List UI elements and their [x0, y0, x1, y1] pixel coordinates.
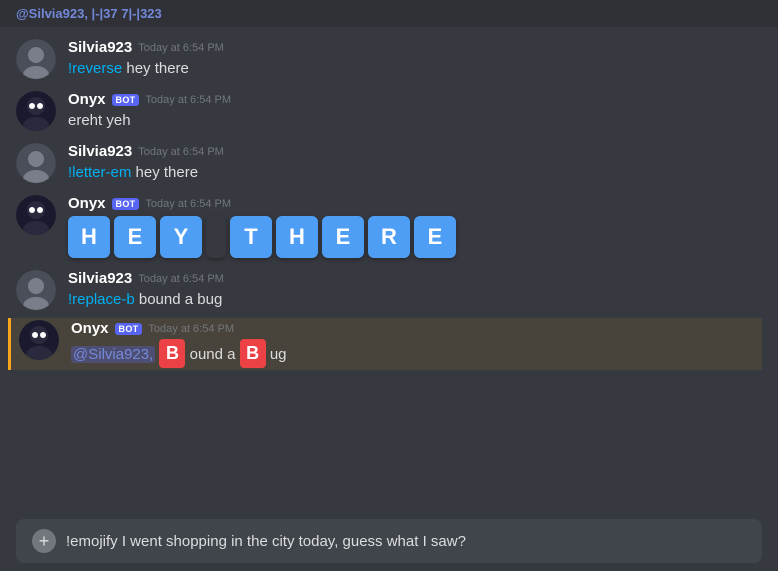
timestamp: Today at 6:54 PM [138, 146, 224, 158]
message-header: Silvia923 Today at 6:54 PM [68, 270, 762, 287]
mention-text: @Silvia923, |-|37 7|-|323 [16, 6, 162, 21]
message-text: !replace-b bound a bug [68, 289, 762, 310]
message-text: !reverse hey there [68, 58, 762, 79]
letter-tile: Y [160, 216, 202, 258]
letter-tile: E [414, 216, 456, 258]
username: Onyx [68, 91, 106, 108]
avatar [16, 195, 56, 235]
message-text: !letter-em hey there [68, 162, 762, 183]
add-button[interactable]: + [32, 529, 56, 553]
timestamp: Today at 6:54 PM [145, 94, 231, 106]
message-group: Silvia923 Today at 6:54 PM !reverse hey … [16, 35, 762, 83]
message-header: Silvia923 Today at 6:54 PM [68, 39, 762, 56]
bot-badge: BOT [115, 323, 143, 335]
message-content: Silvia923 Today at 6:54 PM !reverse hey … [68, 39, 762, 79]
chat-area: Silvia923 Today at 6:54 PM !reverse hey … [0, 27, 778, 511]
mention-bar: @Silvia923, |-|37 7|-|323 [0, 0, 778, 27]
timestamp: Today at 6:54 PM [138, 273, 224, 285]
username: Onyx [71, 320, 109, 337]
timestamp: Today at 6:54 PM [138, 42, 224, 54]
username: Silvia923 [68, 143, 132, 160]
avatar [16, 39, 56, 79]
message-text: ereht yeh [68, 110, 762, 131]
message-text: @Silvia923, B ound a B ug [71, 339, 762, 368]
message-input[interactable]: !emojify I went shopping in the city tod… [66, 533, 746, 550]
avatar [16, 270, 56, 310]
message-group: Silvia923 Today at 6:54 PM !replace-b bo… [16, 266, 762, 314]
letter-tile: H [276, 216, 318, 258]
letter-tiles: H E Y T H E R E [68, 216, 762, 258]
message-content: Onyx BOT Today at 6:54 PM @Silvia923, B … [71, 320, 762, 368]
username: Silvia923 [68, 39, 132, 56]
message-header: Silvia923 Today at 6:54 PM [68, 143, 762, 160]
message-content: Silvia923 Today at 6:54 PM !letter-em he… [68, 143, 762, 183]
replace-highlight: B [240, 339, 266, 368]
letter-tile: E [114, 216, 156, 258]
letter-tile: R [368, 216, 410, 258]
mention: @Silvia923, [71, 346, 155, 363]
message-group-highlighted: Onyx BOT Today at 6:54 PM @Silvia923, B … [8, 318, 762, 370]
avatar [16, 143, 56, 183]
letter-tile: H [68, 216, 110, 258]
avatar [19, 320, 59, 360]
letter-tile: E [322, 216, 364, 258]
letter-tile: T [230, 216, 272, 258]
bot-badge: BOT [112, 198, 140, 210]
message-header: Onyx BOT Today at 6:54 PM [68, 195, 762, 212]
avatar [16, 91, 56, 131]
message-header: Onyx BOT Today at 6:54 PM [71, 320, 762, 337]
bot-badge: BOT [112, 94, 140, 106]
message-content: Onyx BOT Today at 6:54 PM ereht yeh [68, 91, 762, 131]
message-group: Silvia923 Today at 6:54 PM !letter-em he… [16, 139, 762, 187]
username: Silvia923 [68, 270, 132, 287]
message-group: Onyx BOT Today at 6:54 PM ereht yeh [16, 87, 762, 135]
replace-highlight: B [159, 339, 185, 368]
input-area[interactable]: + !emojify I went shopping in the city t… [16, 519, 762, 563]
message-header: Onyx BOT Today at 6:54 PM [68, 91, 762, 108]
username: Onyx [68, 195, 106, 212]
message-group: Onyx BOT Today at 6:54 PM H E Y T H E R … [16, 191, 762, 262]
message-content: Onyx BOT Today at 6:54 PM H E Y T H E R … [68, 195, 762, 258]
timestamp: Today at 6:54 PM [148, 323, 234, 335]
letter-tile-space [206, 216, 226, 258]
message-content: Silvia923 Today at 6:54 PM !replace-b bo… [68, 270, 762, 310]
timestamp: Today at 6:54 PM [145, 198, 231, 210]
